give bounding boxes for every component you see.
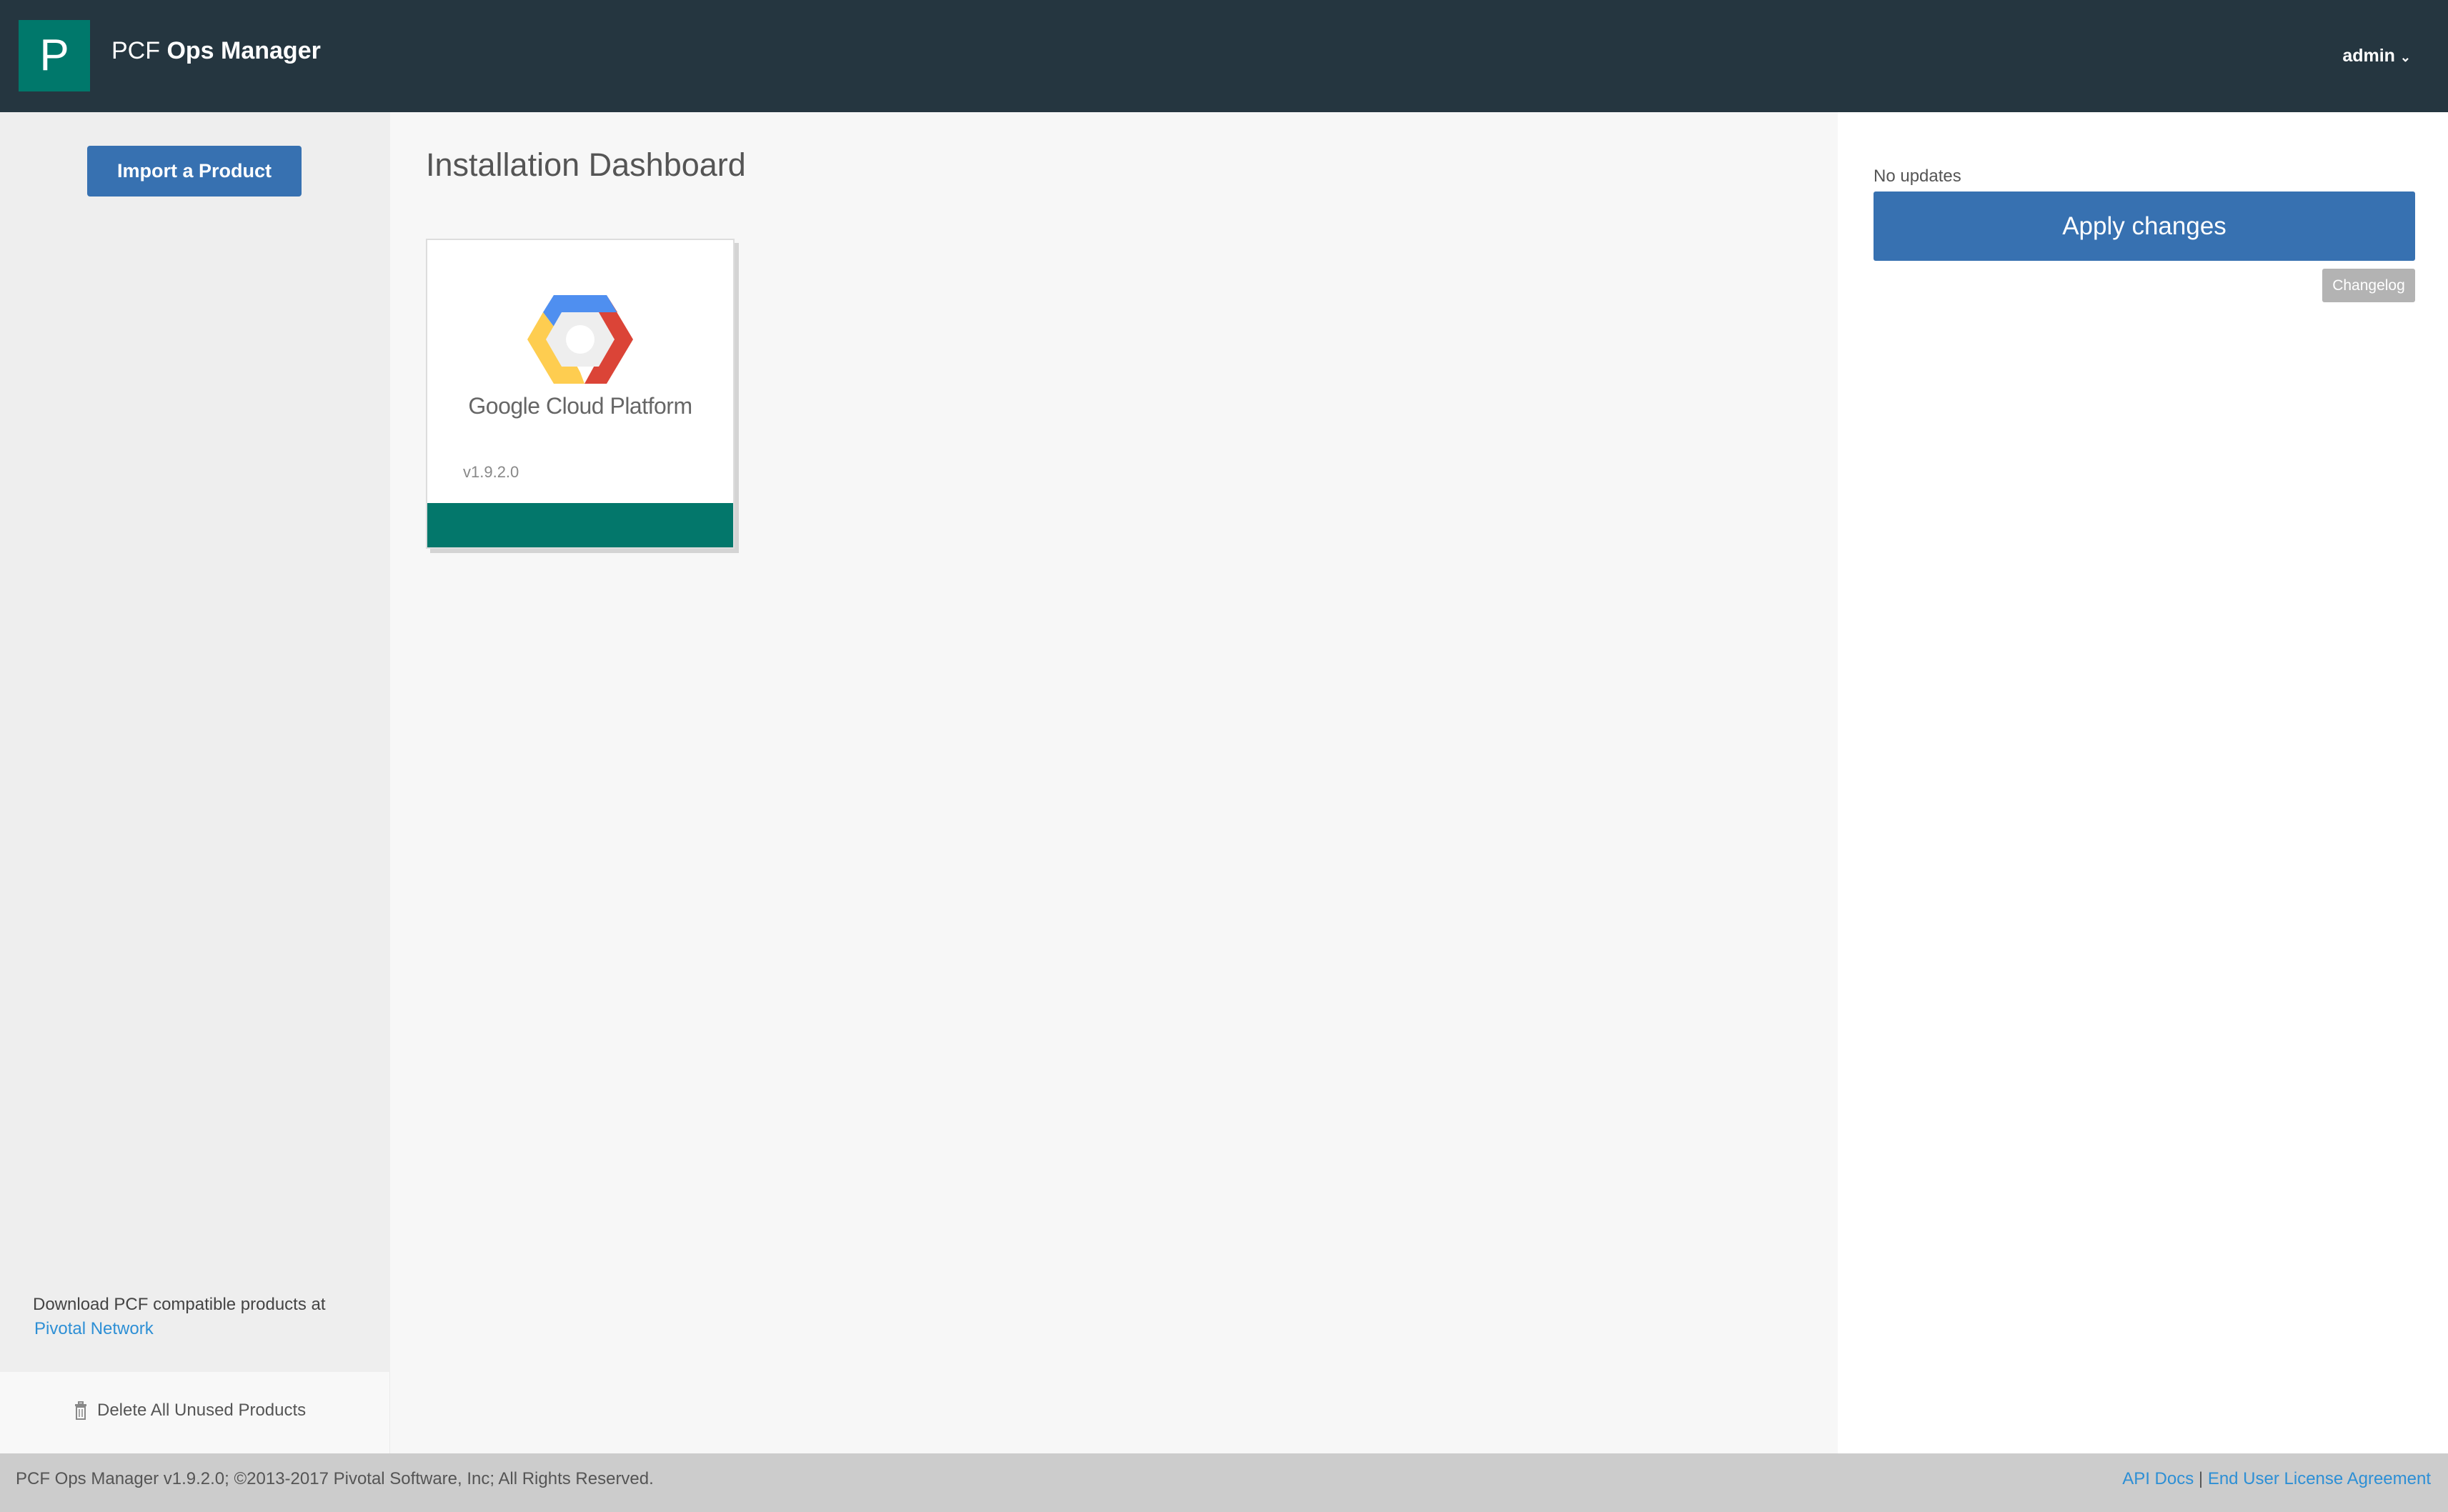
import-product-button[interactable]: Import a Product	[87, 146, 302, 197]
changelog-button[interactable]: Changelog	[2322, 269, 2415, 302]
top-nav: P PCF Ops Manager admin ⌄	[0, 0, 2448, 112]
pivotal-network-link[interactable]: Pivotal Network	[34, 1317, 326, 1341]
user-menu[interactable]: admin ⌄	[2342, 46, 2411, 66]
apply-changes-button[interactable]: Apply changes	[1874, 192, 2415, 261]
download-note: Download PCF compatible products at Pivo…	[33, 1293, 326, 1341]
app-title-main: Ops Manager	[166, 37, 321, 64]
app-title: PCF Ops Manager	[111, 37, 321, 65]
footer-separator: |	[2198, 1469, 2204, 1488]
product-name: Google Cloud Platform	[468, 393, 692, 419]
eula-link[interactable]: End User License Agreement	[2208, 1469, 2431, 1488]
sidebar-footer: Delete All Unused Products	[0, 1372, 390, 1453]
download-text: Download PCF compatible products at	[33, 1295, 326, 1314]
google-cloud-logo	[527, 295, 633, 384]
delete-unused-products-link[interactable]: Delete All Unused Products	[74, 1401, 306, 1421]
api-docs-link[interactable]: API Docs	[2122, 1469, 2194, 1488]
delete-label: Delete All Unused Products	[97, 1401, 307, 1420]
product-tile[interactable]: Google Cloud Platform v1.9.2.0	[426, 239, 735, 549]
footer-links: API Docs | End User License Agreement	[2122, 1469, 2431, 1489]
trash-icon	[75, 1401, 86, 1420]
sidebar: Import a Product Download PCF compatible…	[0, 112, 390, 1372]
footer: PCF Ops Manager v1.9.2.0; ©2013-2017 Piv…	[0, 1453, 2448, 1512]
pcf-logo[interactable]: P	[19, 20, 90, 91]
page-title: Installation Dashboard	[426, 146, 746, 183]
app-title-prefix: PCF	[111, 37, 160, 64]
product-status-bar	[427, 503, 733, 547]
product-version: v1.9.2.0	[463, 463, 519, 481]
user-name: admin	[2342, 46, 2395, 66]
changes-panel: No updates Apply changes Changelog	[1838, 112, 2448, 1453]
chevron-down-icon: ⌄	[2399, 50, 2411, 64]
copyright: PCF Ops Manager v1.9.2.0; ©2013-2017 Piv…	[16, 1469, 654, 1488]
update-status: No updates	[1874, 166, 1961, 186]
